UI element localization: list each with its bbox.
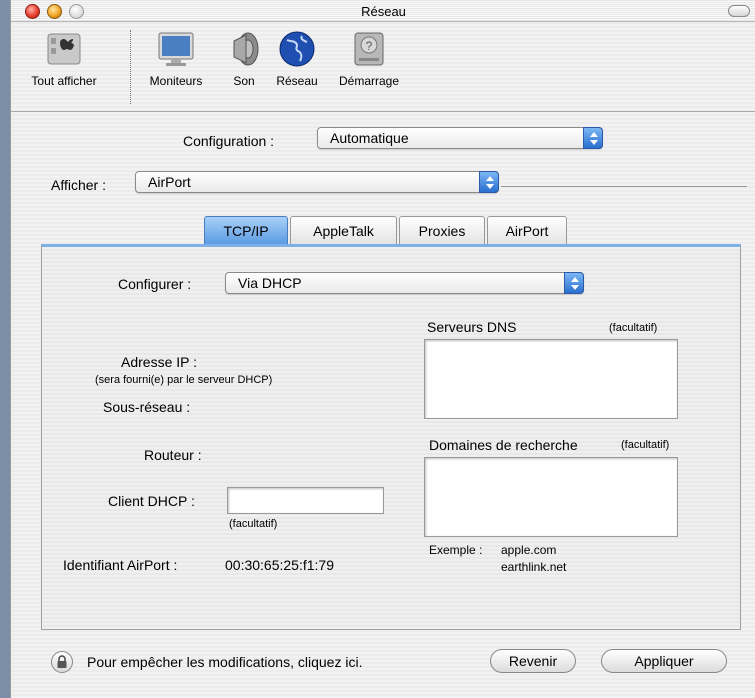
example-domain-2: earthlink.net: [501, 560, 567, 574]
window-title: Réseau: [361, 4, 406, 19]
example-domain-1: apple.com: [501, 543, 557, 557]
configure-label: Configurer :: [118, 276, 192, 292]
airport-id-value: 00:30:65:25:f1:79: [225, 557, 334, 573]
toolbar-item-label: Démarrage: [338, 74, 400, 88]
toolbar-item-show-all[interactable]: Tout afficher: [19, 30, 109, 88]
apple-show-all-icon: [44, 30, 84, 68]
toolbar-item-startup[interactable]: ? Démarrage: [329, 30, 409, 88]
tab-appletalk[interactable]: AppleTalk: [290, 216, 397, 244]
ip-address-note: (sera fourni(e) par le serveur DHCP): [95, 374, 273, 386]
toolbar-item-displays[interactable]: Moniteurs: [142, 30, 210, 88]
dns-servers-label: Serveurs DNS: [427, 319, 517, 335]
search-domains-label: Domaines de recherche: [429, 437, 578, 453]
svg-text:?: ?: [366, 39, 373, 53]
dhcp-client-label: Client DHCP :: [108, 493, 195, 509]
router-label: Routeur :: [144, 447, 202, 463]
dhcp-client-note: (facultatif): [229, 518, 278, 530]
configure-popup[interactable]: Via DHCP: [225, 272, 584, 294]
configuration-popup[interactable]: Automatique: [317, 127, 603, 149]
show-value: AirPort: [148, 174, 191, 190]
revert-button[interactable]: Revenir: [490, 649, 576, 673]
toolbar-item-label: Réseau: [276, 74, 318, 88]
tab-tcpip[interactable]: TCP/IP: [204, 216, 288, 244]
dns-servers-note: (facultatif): [609, 322, 658, 334]
popup-arrows-icon: [564, 272, 584, 294]
show-label: Afficher :: [51, 177, 106, 193]
network-preferences-window: Réseau Tout afficher Moniteurs Son Résea…: [10, 0, 755, 698]
toolbar-item-network[interactable]: Réseau: [270, 30, 324, 88]
search-domains-note: (facultatif): [621, 439, 670, 451]
search-domains-textarea[interactable]: [424, 457, 678, 537]
example-label: Exemple :: [429, 543, 483, 557]
lock-icon: [57, 655, 67, 668]
configuration-value: Automatique: [330, 130, 409, 146]
tab-airport[interactable]: AirPort: [487, 216, 567, 244]
ip-address-label: Adresse IP :: [121, 354, 198, 370]
configuration-label: Configuration :: [183, 133, 275, 149]
subnet-label: Sous-réseau :: [103, 399, 191, 415]
lock-text: Pour empêcher les modifications, cliquez…: [87, 654, 363, 670]
globe-icon: [277, 30, 317, 68]
toolbar-item-label: Son: [233, 74, 255, 88]
toolbar: Tout afficher Moniteurs Son Réseau ? Dém…: [11, 22, 755, 112]
popup-arrows-icon: [583, 127, 603, 149]
apply-button[interactable]: Appliquer: [601, 649, 727, 673]
hard-disk-icon: ?: [349, 30, 389, 68]
popup-arrows-icon: [479, 171, 499, 193]
speaker-icon: [224, 30, 264, 68]
show-popup[interactable]: AirPort: [135, 171, 499, 193]
title-bar: Réseau: [11, 0, 755, 22]
dns-servers-textarea[interactable]: [424, 339, 678, 419]
configure-value: Via DHCP: [238, 275, 302, 291]
divider: [501, 186, 747, 187]
dhcp-client-field[interactable]: [227, 487, 384, 514]
toolbar-item-sound[interactable]: Son: [222, 30, 266, 88]
lock-button[interactable]: [51, 651, 73, 673]
monitor-icon: [156, 30, 196, 68]
toolbar-toggle-button[interactable]: [728, 5, 750, 17]
toolbar-item-label: Moniteurs: [149, 74, 203, 88]
tab-proxies[interactable]: Proxies: [399, 216, 485, 244]
airport-id-label: Identifiant AirPort :: [63, 557, 178, 573]
toolbar-separator: [130, 30, 131, 104]
toolbar-item-label: Tout afficher: [31, 74, 97, 88]
